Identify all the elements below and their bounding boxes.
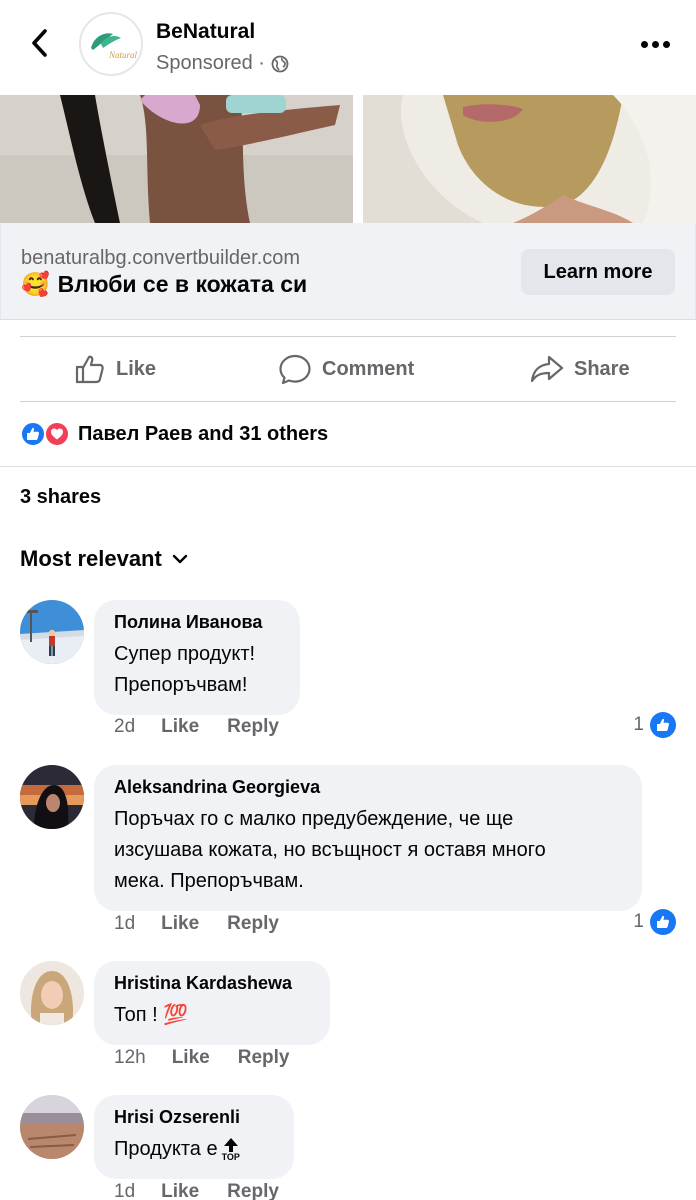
link-preview[interactable]: benaturalbg.convertbuilder.com 🥰 Влюби с… — [0, 223, 696, 320]
like-button[interactable]: Like — [74, 337, 156, 401]
comment-label: Comment — [322, 357, 415, 380]
link-headline: 🥰 Влюби се в кожата си — [21, 271, 307, 298]
share-arrow-icon — [530, 355, 564, 383]
comment-reply-button[interactable]: Reply — [238, 1047, 290, 1069]
comment-bubble: Hrisi Ozserenli Продукта е TOP — [94, 1095, 294, 1179]
comment-author[interactable]: Aleksandrina Georgieva — [114, 777, 622, 798]
link-headline-text: Влюби се в кожата си — [57, 271, 308, 297]
comment-time: 1d — [114, 1181, 136, 1200]
comment-time: 12h — [114, 1047, 146, 1068]
comment-like-count[interactable]: 1 — [633, 909, 676, 935]
globe-icon — [271, 55, 289, 72]
comment-meta: 12h Like Reply — [114, 1047, 317, 1069]
like-reaction-icon — [20, 421, 46, 447]
comment-text: Супер продукт! Препоръчвам! — [114, 643, 256, 696]
shares-count[interactable]: 3 shares — [20, 486, 101, 509]
svg-text:Natural: Natural — [108, 50, 138, 60]
divider — [0, 466, 696, 467]
sponsored-label: Sponsored · — [156, 52, 289, 75]
comment-meta: 1d Like Reply — [114, 913, 307, 935]
comment-time: 2d — [114, 716, 136, 737]
reactions-summary[interactable]: Павел Раев and 31 others — [20, 420, 328, 448]
comment-reply-button[interactable]: Reply — [227, 1181, 279, 1200]
up-arrow-icon — [223, 1137, 238, 1152]
ad-image-beach[interactable] — [0, 95, 353, 223]
comment-meta: 1d Like Reply — [114, 1181, 307, 1200]
comment-reply-button[interactable]: Reply — [227, 716, 279, 738]
avatar[interactable] — [20, 600, 84, 664]
face-mask-photo — [363, 95, 696, 223]
avatar[interactable] — [20, 961, 84, 1025]
page-logo[interactable]: Natural — [79, 12, 143, 76]
comment-text: Продукта е TOP — [114, 1137, 240, 1162]
post-action-bar: Like Comment Share — [20, 336, 676, 402]
comment-text: Топ ! 💯 — [114, 1004, 189, 1026]
post-header: Natural BeNatural Sponsored · — [0, 0, 696, 95]
comment-like-button[interactable]: Like — [172, 1047, 210, 1069]
like-label: Like — [116, 357, 157, 380]
love-reaction-icon — [44, 421, 70, 447]
comment-like-count[interactable]: 1 — [633, 712, 676, 738]
comment-like-button[interactable]: Like — [161, 1181, 199, 1200]
comment-bubble: Aleksandrina Georgieva Поръчах го с малк… — [94, 765, 642, 911]
chevron-left-icon — [32, 29, 47, 57]
comment-like-button[interactable]: Like — [161, 716, 199, 738]
comment-author[interactable]: Hrisi Ozserenli — [114, 1107, 274, 1128]
more-dot-icon — [640, 40, 648, 48]
comment-reply-button[interactable]: Reply — [227, 913, 279, 935]
comment-bubble-icon — [279, 354, 311, 385]
more-options-button[interactable] — [638, 30, 672, 58]
smiling-hearts-emoji-icon: 🥰 — [21, 271, 50, 297]
more-dot-icon — [662, 40, 670, 48]
comment-time: 1d — [114, 913, 136, 934]
reaction-icons — [20, 420, 78, 448]
learn-more-button[interactable]: Learn more — [521, 249, 675, 295]
sponsored-text: Sponsored · — [156, 52, 265, 74]
comment-author[interactable]: Hristina Kardashewa — [114, 973, 310, 994]
hundred-points-emoji-icon: 💯 — [163, 1004, 189, 1026]
comment-bubble: Hristina Kardashewa Топ ! 💯 — [94, 961, 330, 1045]
top-arrow-emoji-icon: TOP — [222, 1137, 240, 1162]
comment-bubble: Полина Иванова Супер продукт! Препоръчва… — [94, 600, 300, 715]
avatar[interactable] — [20, 765, 84, 829]
avatar[interactable] — [20, 1095, 84, 1159]
comment-author[interactable]: Полина Иванова — [114, 612, 280, 633]
share-label: Share — [574, 357, 630, 380]
comment-button[interactable]: Comment — [278, 337, 696, 401]
ad-image-face-mask[interactable] — [363, 95, 696, 223]
chevron-down-icon — [172, 554, 188, 564]
reactions-text: Павел Раев and 31 others — [78, 422, 329, 445]
comment-text: Поръчах го с малко предубеждение, че ще … — [114, 808, 546, 892]
comment-sort-dropdown[interactable]: Most relevant — [20, 546, 188, 572]
like-badge-icon — [650, 909, 676, 935]
thumbs-up-icon — [75, 355, 104, 384]
like-badge-icon — [650, 712, 676, 738]
comment-like-button[interactable]: Like — [161, 913, 199, 935]
ad-image-row — [0, 95, 696, 223]
back-button[interactable] — [22, 26, 56, 60]
sort-label: Most relevant — [20, 546, 162, 571]
link-domain: benaturalbg.convertbuilder.com — [21, 247, 301, 269]
beach-photo — [0, 95, 353, 223]
more-dot-icon — [651, 40, 659, 48]
comment-meta: 2d Like Reply — [114, 716, 307, 738]
share-button[interactable]: Share — [530, 337, 630, 401]
benatural-logo-icon: Natural — [91, 33, 138, 60]
page-name[interactable]: BeNatural — [156, 20, 255, 44]
